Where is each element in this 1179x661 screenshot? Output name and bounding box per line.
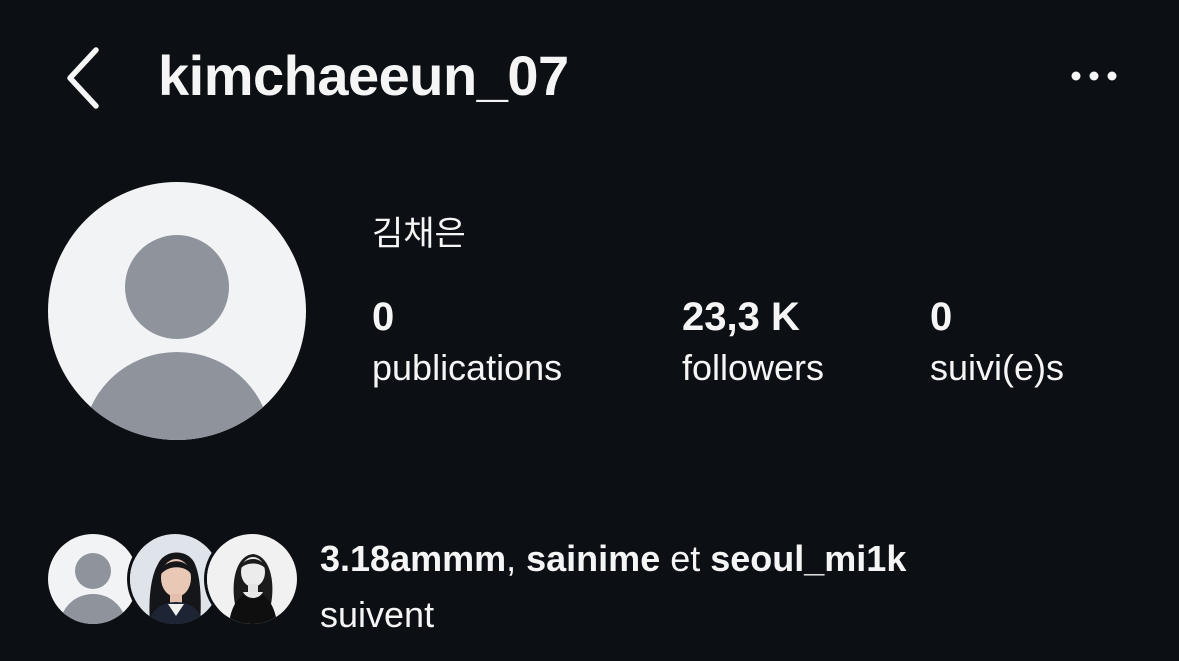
mutual-separator-2: et (660, 538, 711, 579)
profile-username: kimchaeeun_07 (158, 44, 569, 107)
default-avatar-icon (48, 534, 138, 624)
mutual-followers-text: 3.18ammm, sainime et seoul_mi1k suivent (320, 531, 906, 643)
following-label: suivi(e)s (930, 347, 1065, 388)
more-horizontal-icon (1071, 71, 1117, 81)
back-button[interactable] (56, 42, 116, 112)
followers-count: 23,3 K (682, 295, 800, 339)
default-avatar-icon (48, 182, 306, 440)
profile-display-name: 김채은 (372, 215, 466, 253)
mutual-separator-1: , (506, 538, 527, 579)
followers-label: followers (682, 347, 825, 388)
mutual-avatar-3 (204, 531, 300, 627)
profile-avatar[interactable] (48, 182, 306, 440)
mutual-user-3[interactable]: seoul_mi1k (710, 538, 906, 579)
mutual-user-1[interactable]: 3.18ammm (320, 538, 506, 579)
posts-label: publications (372, 347, 563, 388)
chevron-left-icon (67, 47, 99, 109)
mutual-user-2[interactable]: sainime (526, 538, 660, 579)
posts-stat: 0 publications (372, 292, 562, 394)
mutual-followers[interactable]: 3.18ammm, sainime et seoul_mi1k suivent (0, 525, 1179, 645)
mutual-suffix: suivent (320, 594, 435, 635)
more-options-button[interactable] (1064, 58, 1128, 94)
following-count: 0 (930, 295, 953, 339)
profile-photo-icon (207, 534, 297, 624)
following-stat[interactable]: 0 suivi(e)s (930, 292, 1064, 394)
followers-stat[interactable]: 23,3 K followers (682, 292, 824, 394)
posts-count: 0 (372, 295, 395, 339)
profile-header: kimchaeeun_07 (0, 0, 1179, 160)
